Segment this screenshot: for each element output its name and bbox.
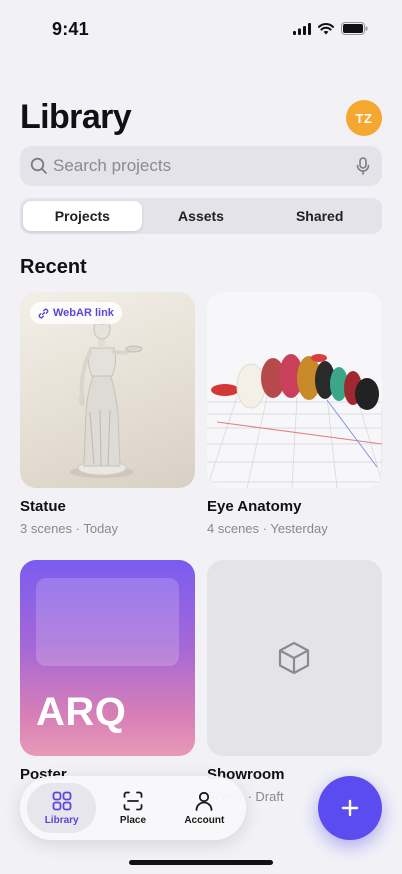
microphone-icon[interactable] [356, 157, 370, 175]
tab-library[interactable]: Library [27, 783, 97, 833]
project-card-eye-anatomy[interactable]: Eye Anatomy 4 scenes · Yesterday [207, 292, 382, 536]
project-thumbnail[interactable]: ARQ [20, 560, 195, 756]
status-bar: 9:41 [0, 0, 402, 60]
project-thumbnail[interactable] [207, 292, 382, 488]
search-icon [30, 157, 47, 174]
webar-link-badge: WebAR link [30, 302, 122, 324]
search-bar[interactable] [20, 146, 382, 186]
avatar[interactable]: TZ [346, 100, 382, 136]
section-title-recent: Recent [20, 256, 87, 278]
segmented-control: Projects Assets Shared [20, 198, 382, 234]
page-title: Library [20, 98, 132, 136]
signal-icon [293, 22, 311, 35]
poster-text: ARQ [36, 690, 127, 734]
eye-anatomy-model [207, 354, 382, 488]
project-name: Statue [20, 498, 66, 515]
cube-icon [278, 641, 310, 675]
plus-icon [341, 799, 359, 817]
project-card-poster[interactable]: ARQ Poster [20, 560, 195, 789]
wifi-icon [318, 22, 334, 34]
tab-label: Place [119, 814, 147, 826]
project-name: Eye Anatomy [207, 498, 302, 515]
project-card-statue[interactable]: WebAR link Statue 3 scenes · Today [20, 292, 195, 536]
tab-place[interactable]: Place [98, 783, 167, 833]
segment-shared[interactable]: Shared [260, 201, 379, 231]
project-meta: 4 scenes · Yesterday [207, 521, 328, 536]
tab-account[interactable]: Account [170, 783, 239, 833]
status-icons [293, 22, 368, 35]
grid-icon [52, 791, 72, 810]
segment-assets[interactable]: Assets [142, 201, 261, 231]
project-card-showroom[interactable]: Showroom Scene · Draft [207, 560, 382, 804]
segment-projects[interactable]: Projects [23, 201, 142, 231]
tab-label: Account [184, 814, 225, 826]
tab-label: Library [44, 814, 79, 826]
status-time: 9:41 [52, 19, 89, 39]
poster-panel [36, 578, 179, 666]
project-thumbnail[interactable] [207, 560, 382, 756]
badge-label: WebAR link [53, 307, 114, 319]
search-input[interactable] [53, 146, 343, 186]
link-icon [38, 308, 49, 318]
battery-icon [341, 22, 368, 35]
scan-icon [123, 791, 143, 810]
person-icon [195, 791, 213, 811]
project-meta: 3 scenes · Today [20, 521, 119, 536]
tab-bar: Library Place Account [20, 776, 246, 840]
add-project-button[interactable] [318, 776, 382, 840]
home-indicator[interactable] [129, 860, 273, 865]
project-thumbnail[interactable]: WebAR link [20, 292, 195, 488]
